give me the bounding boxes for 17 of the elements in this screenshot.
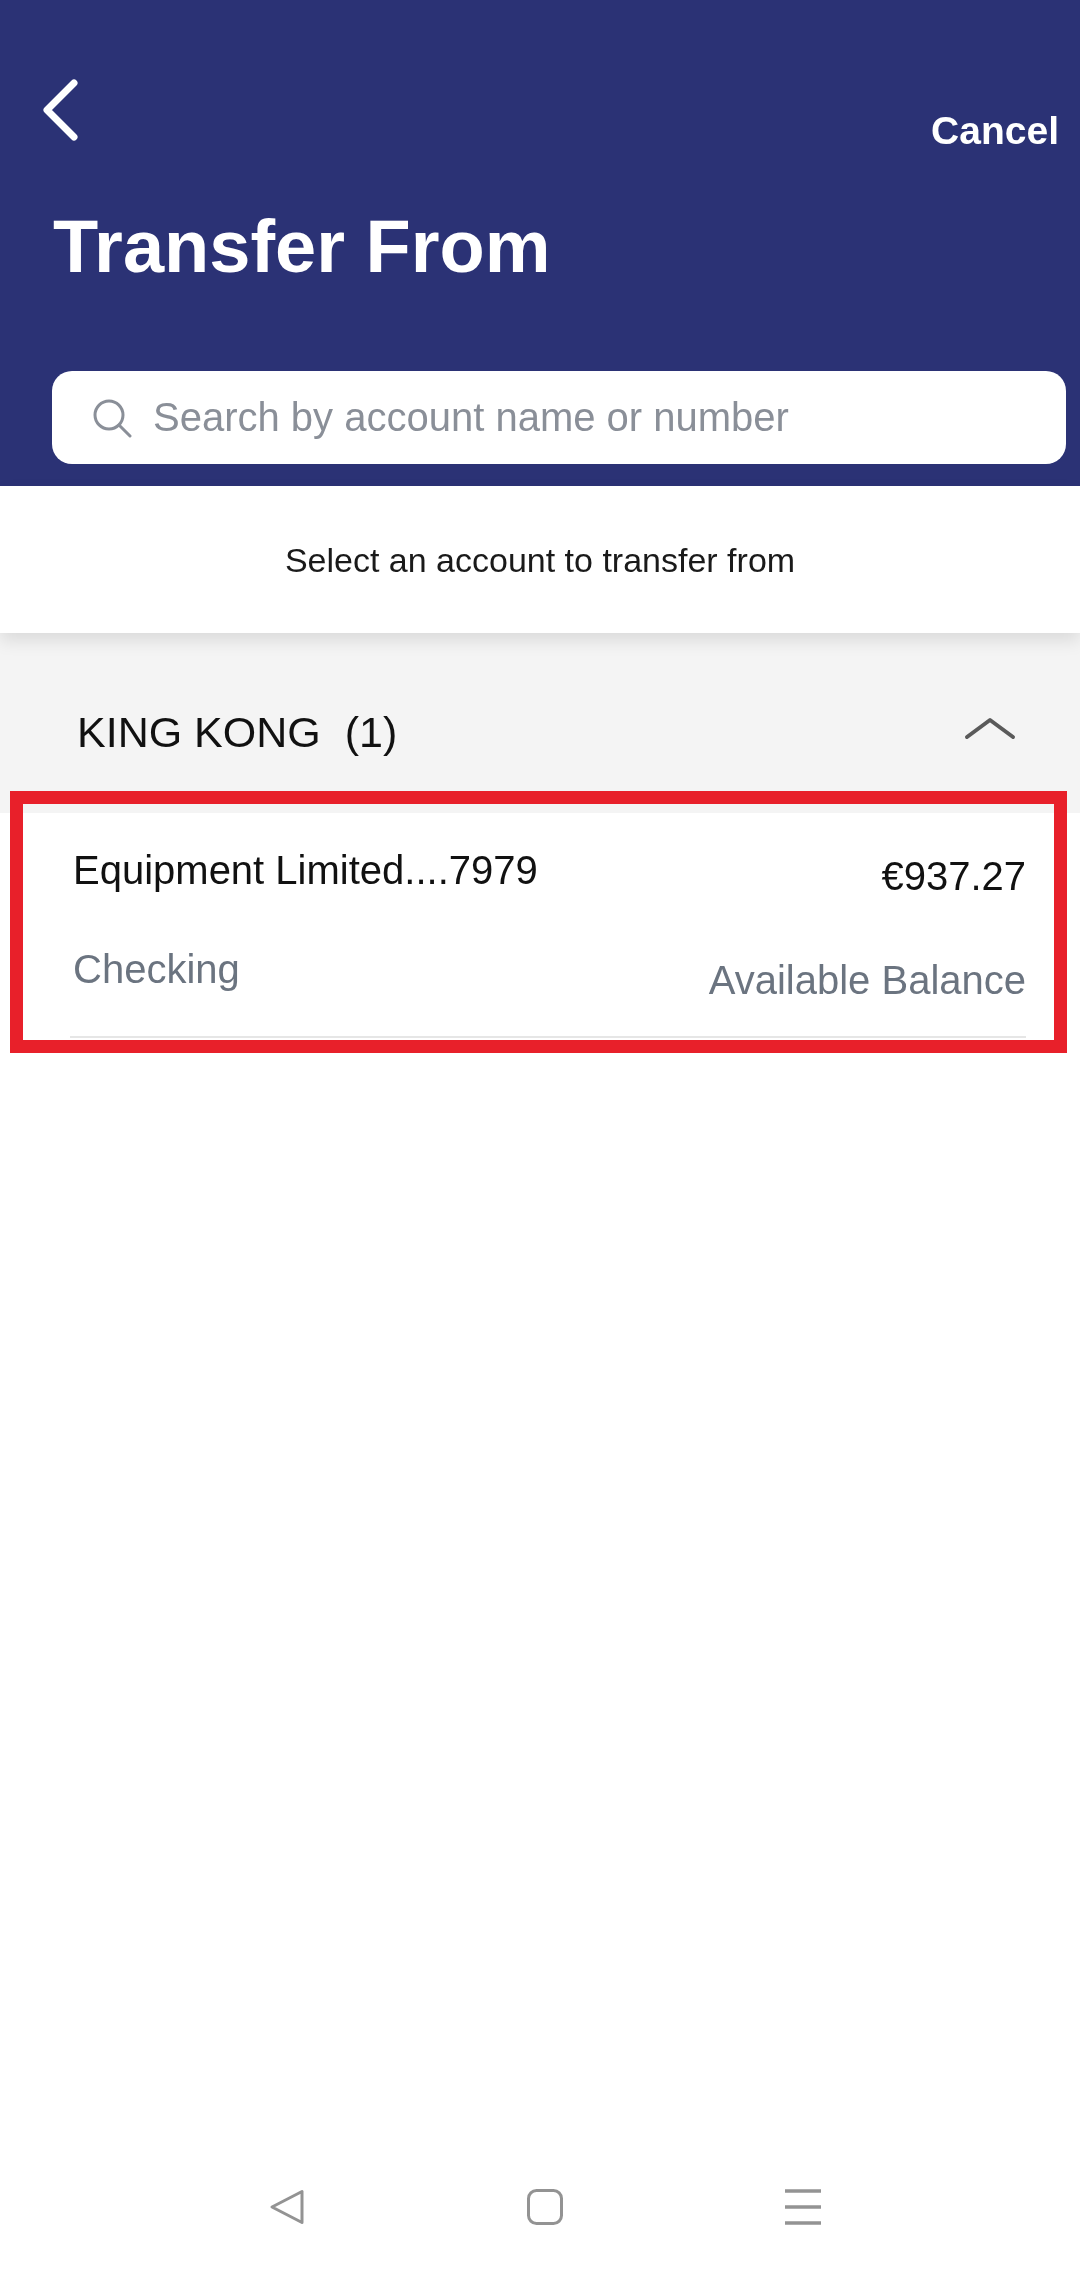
- back-triangle-icon[interactable]: [268, 2189, 305, 2225]
- cancel-button[interactable]: Cancel: [931, 108, 1059, 154]
- square-icon[interactable]: [526, 2189, 563, 2225]
- menu-icon[interactable]: [784, 2189, 821, 2225]
- instruction-text: Select an account to transfer from: [284, 539, 796, 581]
- account-count: (1): [344, 707, 398, 758]
- back-icon[interactable]: [41, 79, 79, 141]
- group-name: KING KONG: [77, 707, 321, 758]
- account-name: Equipment Limited....7979: [73, 847, 538, 894]
- account-balance: €937.27: [881, 853, 1026, 900]
- search-icon: [92, 398, 132, 438]
- screen-title: Transfer From: [53, 205, 551, 289]
- search-field[interactable]: Search by account name or number: [52, 371, 1066, 464]
- group-header[interactable]: KING KONG (1): [0, 633, 1080, 813]
- chevron-up-icon[interactable]: [964, 716, 1016, 740]
- balance-label: Available Balance: [708, 957, 1026, 1004]
- account-type: Checking: [73, 946, 240, 993]
